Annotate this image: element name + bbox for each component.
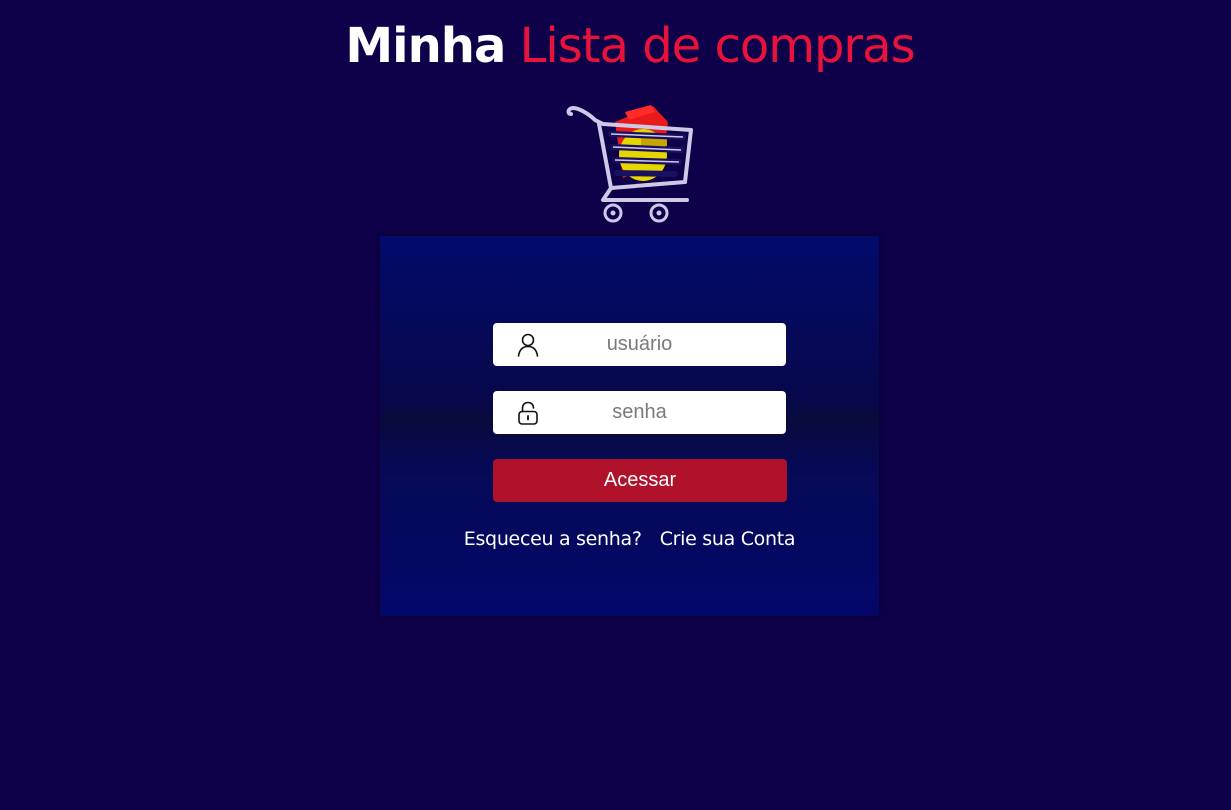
title-part-lista: Lista de compras (519, 18, 916, 74)
account-links: Esqueceu a senha? Crie sua Conta (380, 528, 879, 550)
login-page: Minha Lista de compras usuário Acessar E… (0, 0, 1231, 810)
forgot-password-link[interactable]: Esqueceu a senha? (464, 528, 642, 550)
lock-icon (517, 401, 539, 425)
create-account-link[interactable]: Crie sua Conta (660, 528, 796, 550)
user-icon (517, 333, 539, 357)
title-part-minha: Minha (345, 18, 506, 74)
shopping-cart-icon (563, 100, 698, 225)
login-card: Acessar Esqueceu a senha? Crie sua Conta (380, 236, 879, 616)
login-button[interactable]: Acessar (493, 459, 787, 502)
password-field[interactable] (493, 391, 786, 434)
username-field[interactable] (493, 323, 786, 366)
page-title: Minha Lista de compras (0, 14, 1231, 78)
